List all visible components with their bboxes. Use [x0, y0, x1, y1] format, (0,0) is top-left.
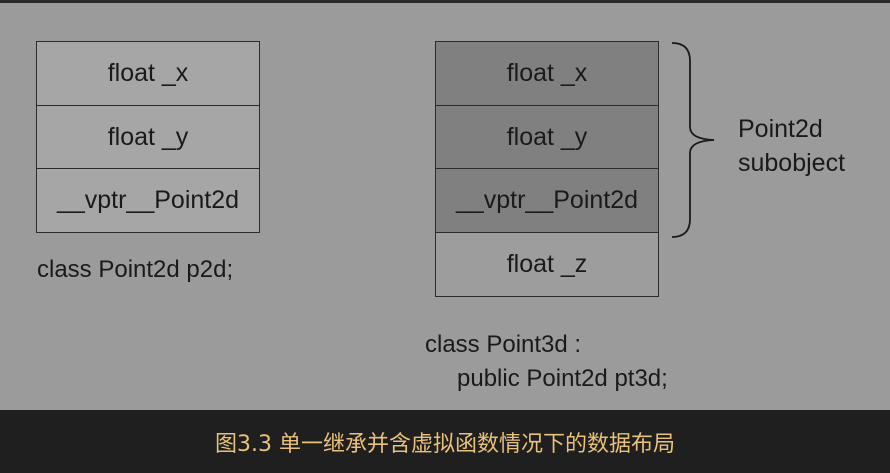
member-x-cell: float _x [36, 41, 260, 106]
point3d-layout: float _x float _y __vptr__Point2d float … [435, 41, 659, 297]
vptr-cell: __vptr__Point2d [435, 168, 659, 233]
member-z-cell: float _z [435, 231, 659, 297]
vptr-cell: __vptr__Point2d [36, 168, 260, 233]
figure-caption: 图3.3 单一继承并含虚拟函数情况下的数据布局 [215, 431, 675, 457]
point2d-layout: float _x float _y __vptr__Point2d [36, 41, 260, 233]
subobject-label-line1: Point2d [738, 115, 823, 143]
member-y-cell: float _y [435, 104, 659, 170]
figure-caption-bar: 图3.3 单一继承并含虚拟函数情况下的数据布局 [0, 410, 890, 473]
member-y-cell: float _y [36, 104, 260, 170]
subobject-label-line2: subobject [738, 149, 846, 177]
diagram-canvas: float _x float _y __vptr__Point2d class … [0, 3, 890, 410]
member-x-cell: float _x [435, 41, 659, 106]
point2d-caption: class Point2d p2d; [37, 256, 234, 283]
point3d-caption-line2: public Point2d pt3d; [457, 365, 668, 392]
subobject-brace [671, 42, 715, 238]
point3d-caption-line1: class Point3d : [425, 331, 582, 358]
